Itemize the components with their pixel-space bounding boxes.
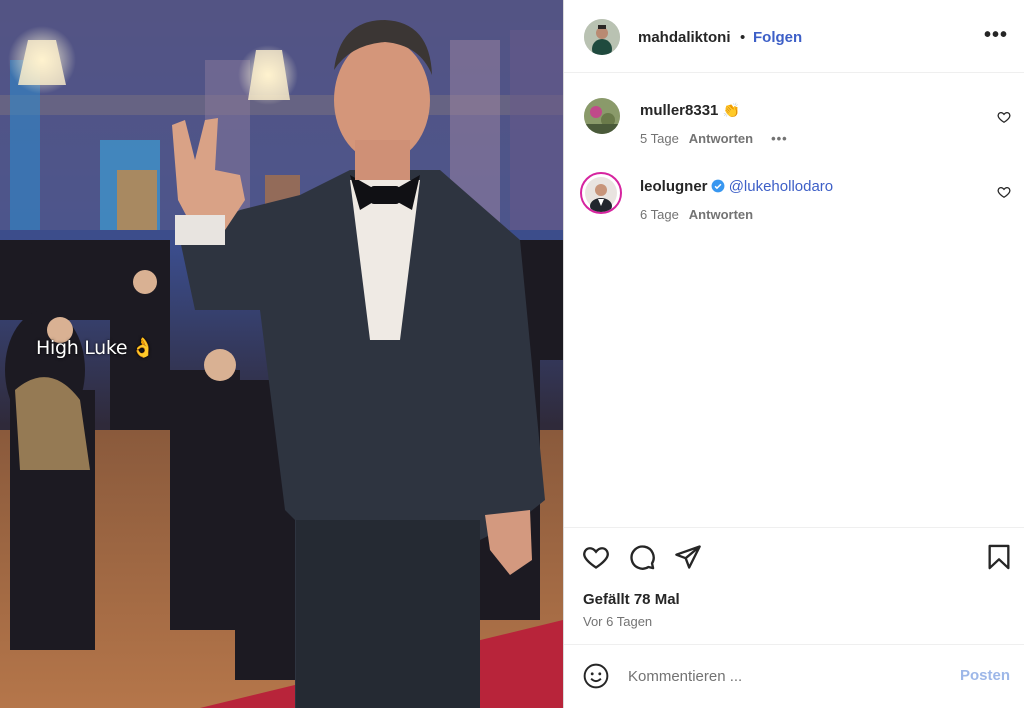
share-icon[interactable]	[674, 543, 702, 571]
comment-username[interactable]: leolugner @lukehollodaro	[640, 178, 833, 195]
author-username[interactable]: mahdaliktoni	[638, 29, 731, 46]
ok-hand-icon: 👌	[131, 337, 155, 359]
post-button[interactable]: Posten	[960, 667, 1010, 684]
post-details-panel: mahdaliktoni • Folgen ••• muller8331 👏 5…	[563, 0, 1024, 708]
mention-link[interactable]: @lukehollodaro	[729, 178, 833, 195]
commenter-avatar[interactable]	[584, 98, 620, 134]
photo-caption-sticker: High Luke 👌	[36, 336, 155, 359]
caption-text: High Luke	[36, 337, 128, 359]
comment-time: 5 Tage	[640, 131, 679, 146]
verified-icon	[711, 179, 724, 193]
header-separator: •	[740, 29, 746, 46]
comment-options-icon[interactable]: •••	[771, 131, 788, 146]
comment-icon[interactable]	[628, 543, 656, 571]
more-options-icon[interactable]: •••	[984, 24, 1008, 47]
clapping-hands-icon: 👏	[722, 102, 740, 118]
comment-time: 6 Tage	[640, 207, 679, 222]
bookmark-icon[interactable]	[985, 543, 1013, 571]
comment-username-text[interactable]: muller8331	[640, 102, 718, 119]
comment-username[interactable]: muller8331 👏	[640, 102, 740, 119]
comment-meta: 6 Tage Antworten	[640, 207, 753, 222]
post-photo[interactable]: High Luke 👌	[0, 0, 563, 708]
heart-icon[interactable]	[582, 543, 610, 571]
emoji-icon[interactable]	[583, 663, 609, 689]
comment-username-text[interactable]: leolugner	[640, 178, 708, 195]
post-actions: Gefällt 78 Mal Vor 6 Tagen	[564, 527, 1024, 644]
comment-input[interactable]	[628, 665, 928, 687]
likes-count[interactable]: Gefällt 78 Mal	[583, 591, 680, 608]
follow-button[interactable]: Folgen	[753, 29, 802, 46]
post-date: Vor 6 Tagen	[583, 614, 653, 629]
comment-meta: 5 Tage Antworten •••	[640, 131, 788, 146]
post-header: mahdaliktoni • Folgen •••	[564, 0, 1024, 73]
reply-button[interactable]: Antworten	[689, 131, 753, 146]
author-avatar[interactable]	[584, 19, 620, 55]
commenter-avatar-story-ring[interactable]	[580, 172, 622, 214]
comment-composer: Posten	[564, 644, 1024, 708]
reply-button[interactable]: Antworten	[689, 207, 753, 222]
comment-like-icon[interactable]	[997, 110, 1011, 124]
comment-like-icon[interactable]	[997, 185, 1011, 199]
